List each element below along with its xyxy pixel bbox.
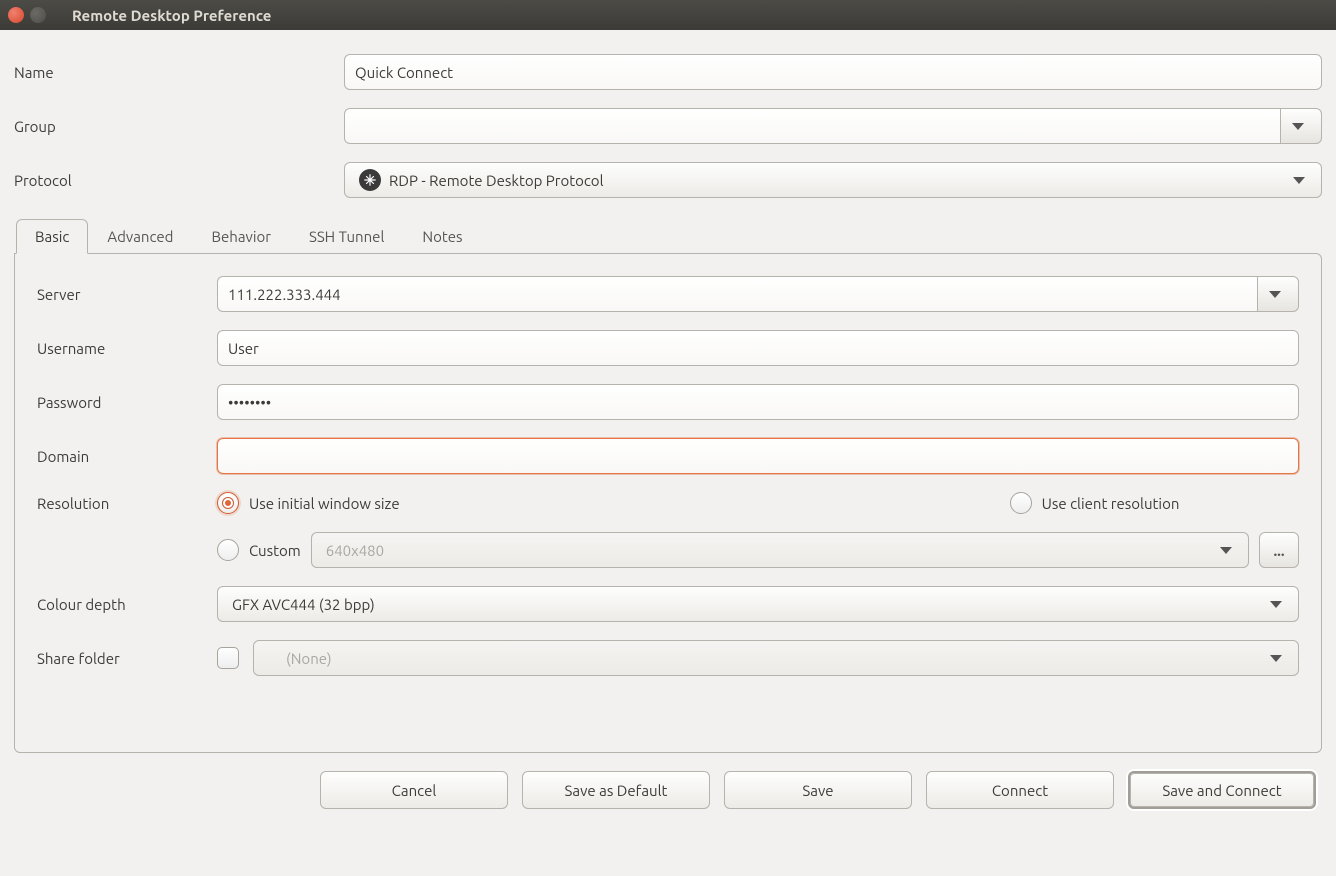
protocol-value: RDP - Remote Desktop Protocol	[389, 172, 604, 189]
radio-initial-window-size[interactable]	[217, 492, 239, 514]
chevron-down-icon	[1293, 177, 1305, 184]
group-label: Group	[14, 118, 344, 135]
share-folder-combo[interactable]: (None)	[253, 640, 1299, 676]
share-folder-row: (None)	[217, 640, 1299, 676]
rdp-icon	[359, 169, 381, 191]
tab-notes[interactable]: Notes	[403, 219, 481, 254]
protocol-combo[interactable]: RDP - Remote Desktop Protocol	[344, 162, 1322, 198]
group-combo[interactable]	[344, 108, 1322, 144]
tab-behavior[interactable]: Behavior	[192, 219, 290, 254]
radio-custom-label: Custom	[249, 542, 301, 559]
resolution-custom-row: Custom 640x480 ...	[217, 532, 1299, 568]
top-form: Name Group Protocol RDP - Remote Desktop…	[14, 42, 1322, 218]
tab-advanced[interactable]: Advanced	[88, 219, 192, 254]
tab-ssh-tunnel[interactable]: SSH Tunnel	[290, 219, 403, 254]
password-input[interactable]	[217, 384, 1299, 420]
chevron-down-icon	[1270, 601, 1282, 608]
name-label: Name	[14, 64, 344, 81]
chevron-down-icon	[1220, 547, 1232, 554]
share-folder-label: Share folder	[37, 650, 217, 667]
server-combo[interactable]	[217, 276, 1299, 312]
share-folder-checkbox[interactable]	[217, 647, 239, 669]
chevron-down-icon	[1292, 123, 1304, 130]
tab-bar: Basic Advanced Behavior SSH Tunnel Notes	[14, 218, 1322, 253]
server-input[interactable]	[217, 276, 1257, 312]
domain-label: Domain	[37, 448, 217, 465]
tab-area: Basic Advanced Behavior SSH Tunnel Notes…	[14, 218, 1322, 753]
radio-client-resolution[interactable]	[1010, 492, 1032, 514]
save-and-connect-button[interactable]: Save and Connect	[1128, 771, 1316, 809]
titlebar: Remote Desktop Preference	[0, 0, 1336, 30]
window-title: Remote Desktop Preference	[72, 7, 271, 24]
close-icon[interactable]	[8, 7, 24, 23]
username-label: Username	[37, 340, 217, 357]
resolution-radio-group: Use initial window size Use client resol…	[217, 492, 1299, 514]
share-folder-value: (None)	[264, 650, 1270, 667]
radio-custom-resolution[interactable]	[217, 539, 239, 561]
colour-depth-combo[interactable]: GFX AVC444 (32 bpp)	[217, 586, 1299, 622]
chevron-down-icon	[1270, 655, 1282, 662]
resolution-label: Resolution	[37, 495, 217, 512]
tab-panel-basic: Server Username Password Domain Resoluti…	[14, 253, 1322, 753]
cancel-button[interactable]: Cancel	[320, 771, 508, 809]
domain-input[interactable]	[217, 438, 1299, 474]
ellipsis-icon: ...	[1273, 542, 1284, 559]
group-dropdown-button[interactable]	[1280, 108, 1322, 144]
chevron-down-icon	[1269, 291, 1281, 298]
server-label: Server	[37, 286, 217, 303]
colour-depth-label: Colour depth	[37, 596, 217, 613]
name-input[interactable]	[344, 54, 1322, 90]
server-dropdown-button[interactable]	[1257, 276, 1299, 312]
protocol-label: Protocol	[14, 172, 344, 189]
save-button[interactable]: Save	[724, 771, 912, 809]
save-as-default-button[interactable]: Save as Default	[522, 771, 710, 809]
custom-resolution-more-button[interactable]: ...	[1259, 532, 1299, 568]
tab-basic[interactable]: Basic	[16, 219, 88, 254]
colour-depth-value: GFX AVC444 (32 bpp)	[228, 596, 1270, 613]
connect-button[interactable]: Connect	[926, 771, 1114, 809]
action-bar: Cancel Save as Default Save Connect Save…	[14, 753, 1322, 809]
radio-client-label: Use client resolution	[1042, 495, 1180, 512]
username-input[interactable]	[217, 330, 1299, 366]
window-body: Name Group Protocol RDP - Remote Desktop…	[0, 30, 1336, 823]
custom-resolution-combo[interactable]: 640x480	[311, 532, 1249, 568]
radio-initial-label: Use initial window size	[249, 495, 400, 512]
custom-resolution-value: 640x480	[322, 542, 1220, 559]
password-label: Password	[37, 394, 217, 411]
minimize-icon[interactable]	[30, 7, 46, 23]
group-input[interactable]	[344, 108, 1280, 144]
